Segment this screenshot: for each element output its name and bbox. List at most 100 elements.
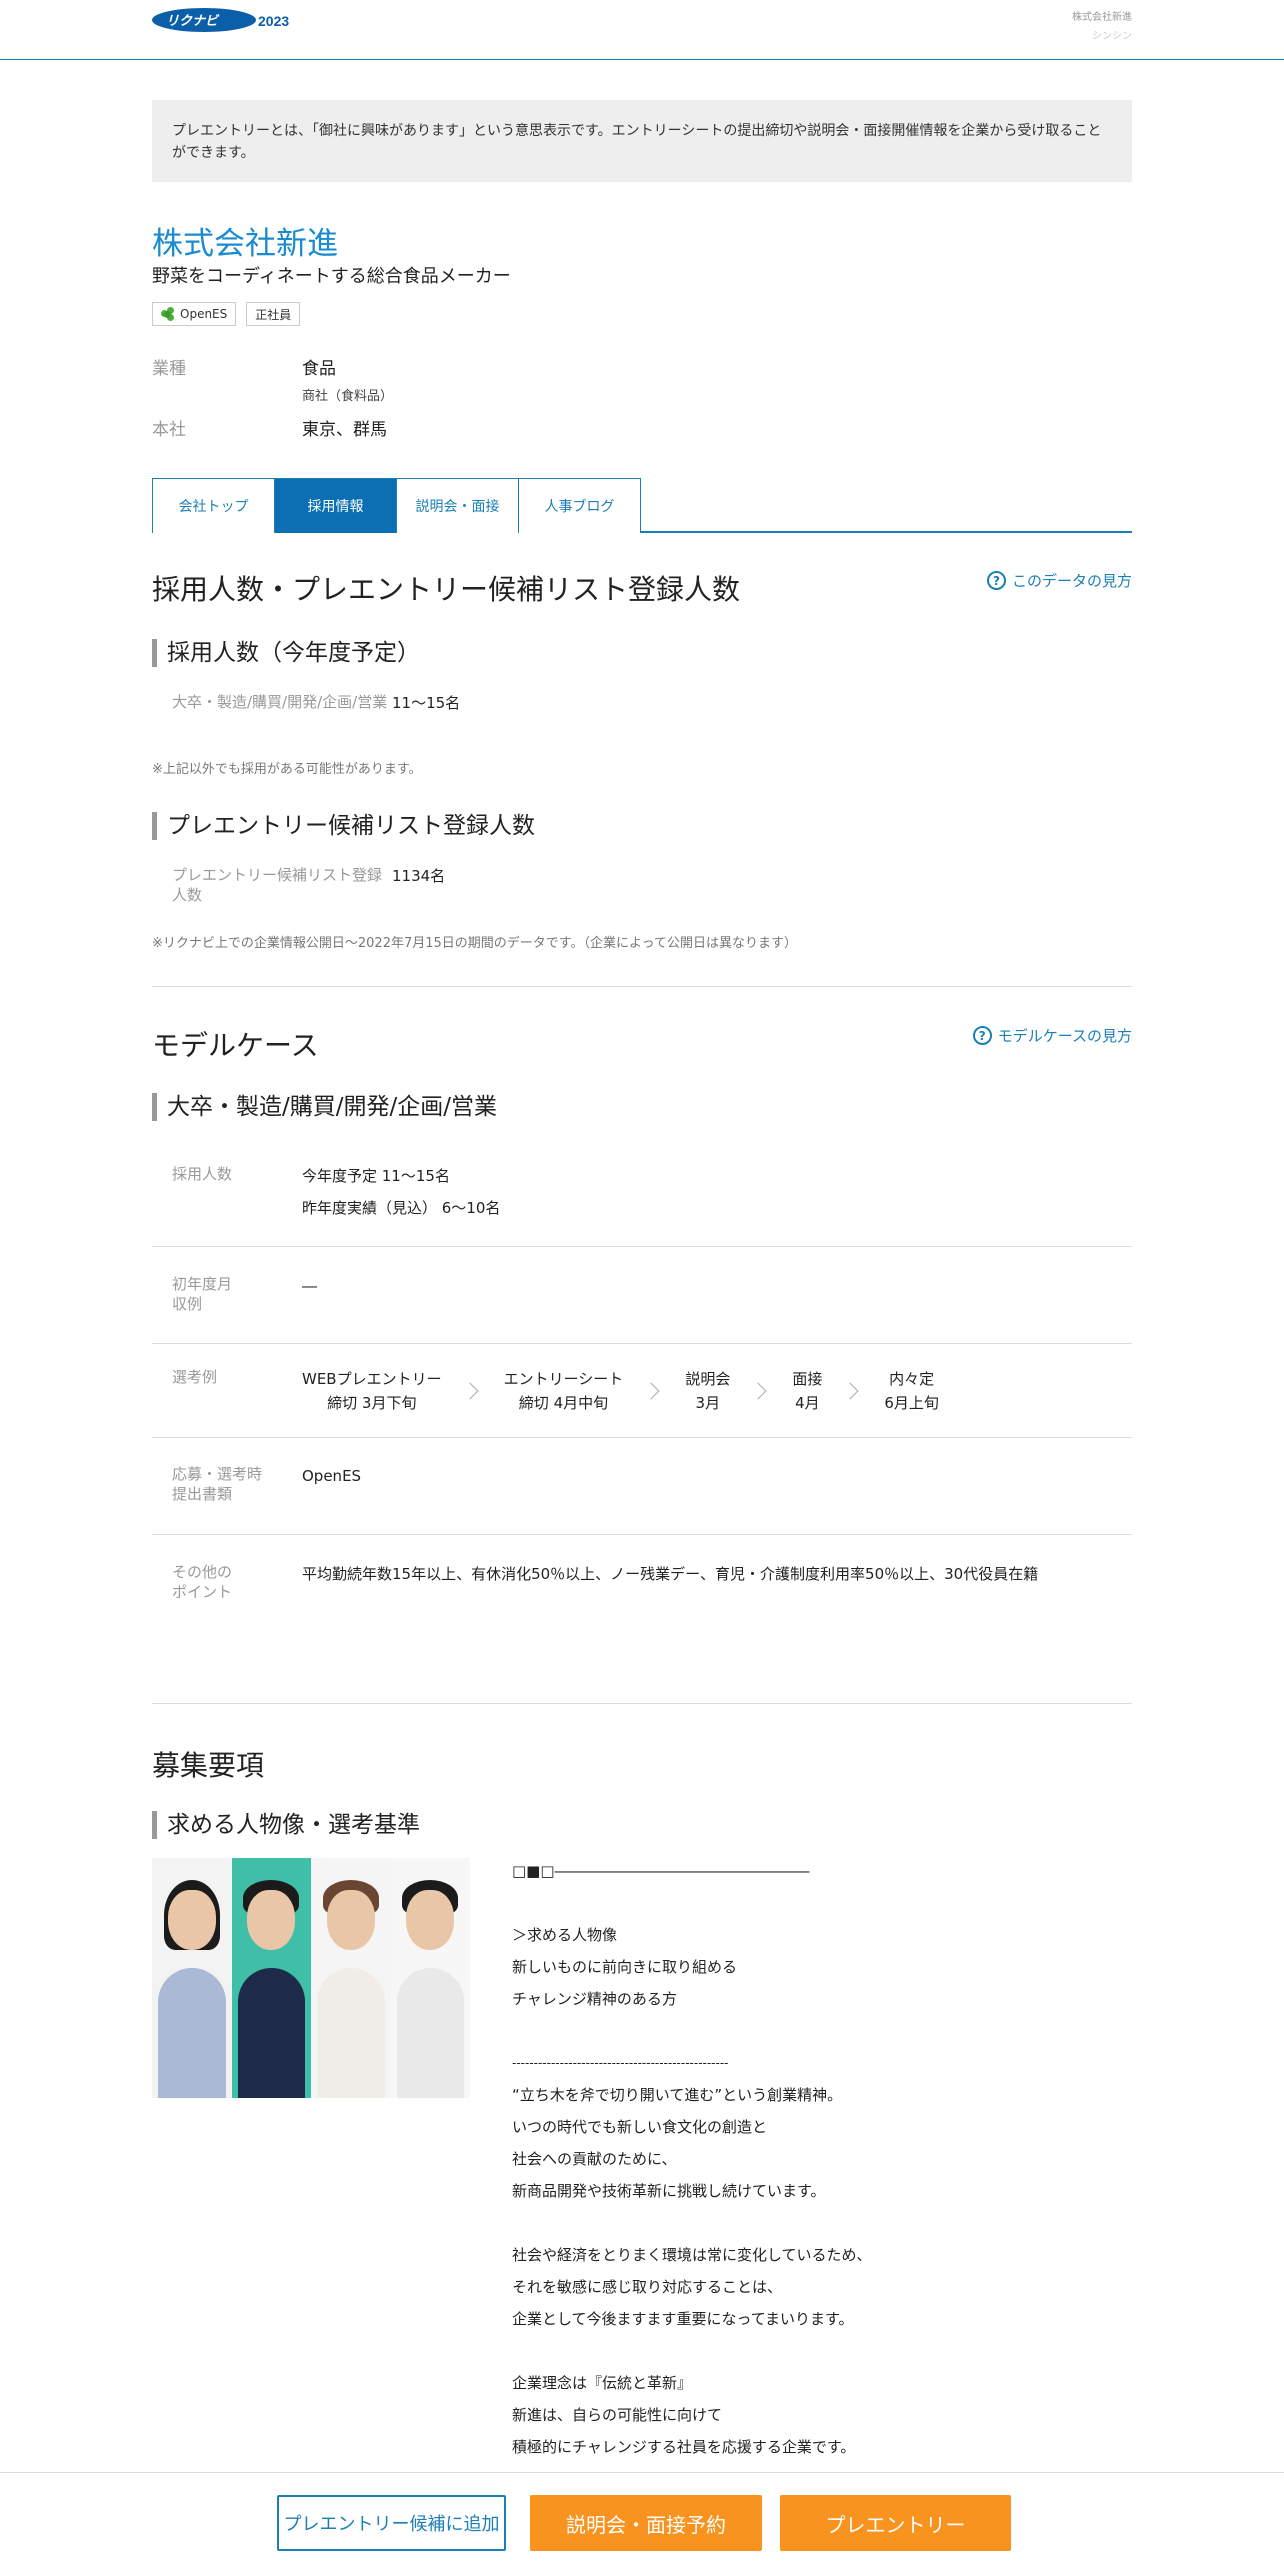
question-icon: ? bbox=[986, 571, 1006, 590]
text-line: 新商品開発や技術革新に挑戦し続けています。 bbox=[512, 2182, 826, 2200]
preentry-count-row: プレエントリー候補リスト登録人数 1134名 bbox=[152, 865, 1132, 905]
selection-steps: WEBプレエントリー 締切 3月下旬 エントリーシート 締切 4月中旬 説明会 … bbox=[302, 1367, 939, 1415]
selection-step: 説明会 3月 bbox=[685, 1367, 730, 1415]
model-selection-label: 選考例 bbox=[172, 1368, 218, 1386]
tab-seminar-interview[interactable]: 説明会・面接 bbox=[396, 478, 519, 533]
tab-recruit-info[interactable]: 採用情報 bbox=[274, 478, 397, 533]
person-image bbox=[390, 1858, 470, 2098]
step-name: 面接 bbox=[792, 1370, 823, 1388]
step-name: WEBプレエントリー bbox=[302, 1370, 442, 1388]
model-income-value: ― bbox=[302, 1277, 317, 1295]
industry-row: 業種 食品 商社（食料品） bbox=[152, 354, 1132, 404]
section-divider bbox=[152, 986, 1132, 987]
company-tabs: 会社トップ 採用情報 説明会・面接 人事ブログ bbox=[152, 478, 1132, 533]
industry-sub: 商社（食料品） bbox=[302, 389, 394, 404]
model-hires-label: 採用人数 bbox=[172, 1165, 233, 1183]
model-income-label: 初年度月収例 bbox=[152, 1274, 302, 1314]
text-line bbox=[512, 2335, 872, 2367]
company-description: 野菜をコーディネートする総合食品メーカー bbox=[152, 266, 511, 287]
chevron-right-icon bbox=[749, 1382, 767, 1400]
step-name: 内々定 bbox=[889, 1370, 935, 1388]
preentry-count-note: ※リクナビ上での企業情報公開日〜2022年7月15日の期間のデータです。（企業に… bbox=[152, 936, 797, 951]
hiring-help-label: このデータの見方 bbox=[1011, 572, 1132, 590]
model-case-heading: 大卒・製造/購買/開発/企画/営業 bbox=[152, 1093, 1132, 1121]
hq-value: 東京、群馬 bbox=[302, 420, 387, 440]
text-line bbox=[512, 2015, 872, 2047]
text-line: 企業理念は『伝統と革新』 bbox=[512, 2374, 693, 2392]
step-date: 3月 bbox=[695, 1394, 721, 1412]
preentry-button[interactable]: プレエントリー bbox=[780, 2495, 1011, 2551]
other-label-text: その他のポイント bbox=[172, 1563, 233, 1601]
hiring-help-wrap: ? このデータの見方 bbox=[152, 570, 1132, 594]
text-line: 企業として今後ますます重要になってまいります。 bbox=[512, 2310, 854, 2328]
hq-label: 本社 bbox=[152, 420, 186, 440]
preentry-count-heading: プレエントリー候補リスト登録人数 bbox=[152, 812, 1132, 840]
text-line bbox=[512, 2207, 872, 2239]
selection-step: 面接 4月 bbox=[792, 1367, 822, 1415]
tag-label: OpenES bbox=[180, 307, 228, 321]
hiring-count-row: 大卒・製造/購買/開発/企画/営業 11～15名 bbox=[152, 692, 1132, 713]
person-image bbox=[152, 1858, 232, 2098]
model-hires-line1: 今年度予定 11～15名 bbox=[302, 1167, 450, 1185]
model-selection-row: 選考例 WEBプレエントリー 締切 3月下旬 エントリーシート 締切 4月中旬 … bbox=[152, 1367, 1132, 1415]
tag-label: 正社員 bbox=[255, 307, 292, 322]
industry-value: 食品 bbox=[302, 359, 336, 379]
tab-company-top[interactable]: 会社トップ bbox=[152, 478, 275, 533]
model-other-value: 平均勤続年数15年以上、有休消化50％以上、ノー残業デー、育児・介護制度利用率5… bbox=[302, 1565, 1039, 1583]
chevron-right-icon bbox=[461, 1382, 479, 1400]
selection-step: WEBプレエントリー 締切 3月下旬 bbox=[302, 1367, 442, 1415]
model-case-help-label: モデルケースの見方 bbox=[997, 1027, 1132, 1045]
section-divider bbox=[152, 1703, 1132, 1704]
model-case-help-wrap: ? モデルケースの見方 bbox=[152, 1025, 1132, 1049]
model-case-help-link[interactable]: ? モデルケースの見方 bbox=[972, 1025, 1132, 1046]
clover-icon bbox=[161, 307, 175, 321]
model-other-label: その他のポイント bbox=[152, 1562, 302, 1602]
person-image bbox=[311, 1858, 391, 2098]
text-line: 積極的にチャレンジする社員を応援する企業です。 bbox=[512, 2438, 856, 2456]
text-line: 社会や経済をとりまく環境は常に変化しているため、 bbox=[512, 2246, 872, 2264]
text-line: それを敏感に感じ取り対応することは、 bbox=[512, 2278, 783, 2296]
ideal-candidate-heading: 求める人物像・選考基準 bbox=[152, 1811, 1132, 1839]
ideal-candidate-text: □■□――――――――――――――――― ＞求める人物像 新しいものに前向きに取… bbox=[512, 1855, 872, 2463]
text-line: チャレンジ精神のある方 bbox=[512, 1990, 677, 2008]
model-docs-label: 応募・選考時提出書類 bbox=[152, 1464, 302, 1504]
step-date: 6月上旬 bbox=[884, 1394, 939, 1412]
question-icon: ? bbox=[972, 1026, 992, 1045]
chevron-right-icon bbox=[841, 1382, 859, 1400]
tab-hr-blog[interactable]: 人事ブログ bbox=[518, 478, 641, 533]
text-line: いつの時代でも新しい食文化の創造と bbox=[512, 2118, 768, 2136]
step-date: 締切 3月下旬 bbox=[327, 1394, 417, 1412]
step-date: 締切 4月中旬 bbox=[518, 1394, 609, 1412]
model-hires-row: 採用人数 今年度予定 11～15名 昨年度実績（見込） 6～10名 bbox=[152, 1164, 1132, 1220]
chevron-right-icon bbox=[642, 1382, 660, 1400]
model-docs-value: OpenES bbox=[302, 1467, 362, 1485]
tag-openes: OpenES bbox=[152, 302, 237, 326]
text-line: “立ち木を斧で切り開いて進む”という創業精神。 bbox=[512, 2086, 843, 2104]
header-company: 株式会社新進 シンシン bbox=[1072, 8, 1132, 46]
hiring-count-note: ※上記以外でも採用がある可能性があります。 bbox=[152, 762, 422, 777]
preentry-notice: プレエントリーとは、「御社に興味があります」という意思表示です。エントリーシート… bbox=[152, 100, 1132, 182]
preentry-count-value: 1134名 bbox=[392, 867, 446, 885]
staff-photo bbox=[152, 1858, 470, 2098]
hiring-help-link[interactable]: ? このデータの見方 bbox=[986, 570, 1132, 591]
model-income-row: 初年度月収例 ― bbox=[152, 1274, 1132, 1314]
site-header: リクナビ 2023 株式会社新進 シンシン bbox=[0, 0, 1284, 60]
reserve-seminar-button[interactable]: 説明会・面接予約 bbox=[530, 2495, 762, 2551]
row-divider bbox=[152, 1343, 1132, 1344]
row-divider bbox=[152, 1246, 1132, 1247]
header-company-name: 株式会社新進 bbox=[1072, 12, 1132, 23]
step-name: エントリーシート bbox=[503, 1370, 624, 1388]
text-line: □■□――――――――――――――――― bbox=[512, 1862, 810, 1880]
row-divider bbox=[152, 1534, 1132, 1535]
person-image bbox=[231, 1858, 311, 2098]
hiring-count-value: 11～15名 bbox=[392, 694, 461, 712]
text-line: 社会への貢献のために、 bbox=[512, 2150, 677, 2168]
header-company-kana: シンシン bbox=[1092, 31, 1132, 42]
logo-year: 2023 bbox=[258, 13, 290, 29]
text-line: ----------------------------------------… bbox=[512, 2056, 729, 2070]
add-candidate-button[interactable]: プレエントリー候補に追加 bbox=[277, 2495, 506, 2551]
docs-label-text: 応募・選考時提出書類 bbox=[172, 1465, 263, 1503]
company-name: 株式会社新進 bbox=[152, 226, 338, 262]
step-name: 説明会 bbox=[685, 1370, 731, 1388]
industry-label: 業種 bbox=[152, 359, 186, 379]
